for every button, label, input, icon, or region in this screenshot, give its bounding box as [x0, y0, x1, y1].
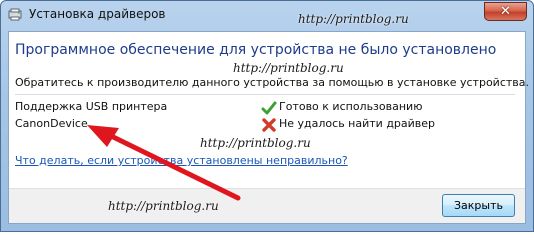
dialog-heading: Программное обеспечение для устройства н…	[15, 42, 497, 58]
close-icon: ✕	[500, 4, 511, 19]
error-x-icon	[262, 118, 276, 132]
instructions-text: Обратитесь к производителю данного устро…	[15, 76, 530, 89]
device-row-usb-printer: Поддержка USB принтера Готово к использо…	[15, 100, 495, 116]
watermark: http://printblog.ru	[233, 61, 344, 75]
device-installer-icon	[8, 8, 22, 21]
help-link[interactable]: Что делать, если устройства установлены …	[15, 154, 348, 167]
device-name: CanonDevice	[15, 117, 88, 130]
window-close-button[interactable]: ✕	[484, 2, 527, 21]
driver-install-dialog: Установка драйверов ✕ Программное обеспе…	[0, 0, 534, 232]
close-button[interactable]: Закрыть	[442, 194, 515, 217]
title-bar[interactable]: Установка драйверов ✕	[1, 1, 533, 31]
watermark: http://printblog.ru	[200, 136, 311, 150]
window-title: Установка драйверов	[29, 7, 166, 21]
device-status: Не удалось найти драйвер	[279, 117, 436, 130]
check-icon	[261, 101, 277, 115]
watermark: http://printblog.ru	[298, 12, 409, 26]
button-bar: Закрыть	[9, 188, 525, 223]
device-row-canon: CanonDevice Не удалось найти драйвер	[15, 117, 495, 133]
divider	[15, 94, 515, 95]
watermark: http://printblog.ru	[108, 199, 219, 213]
device-name: Поддержка USB принтера	[15, 100, 168, 113]
device-status: Готово к использованию	[279, 100, 423, 113]
dialog-content: Программное обеспечение для устройства н…	[8, 31, 530, 224]
